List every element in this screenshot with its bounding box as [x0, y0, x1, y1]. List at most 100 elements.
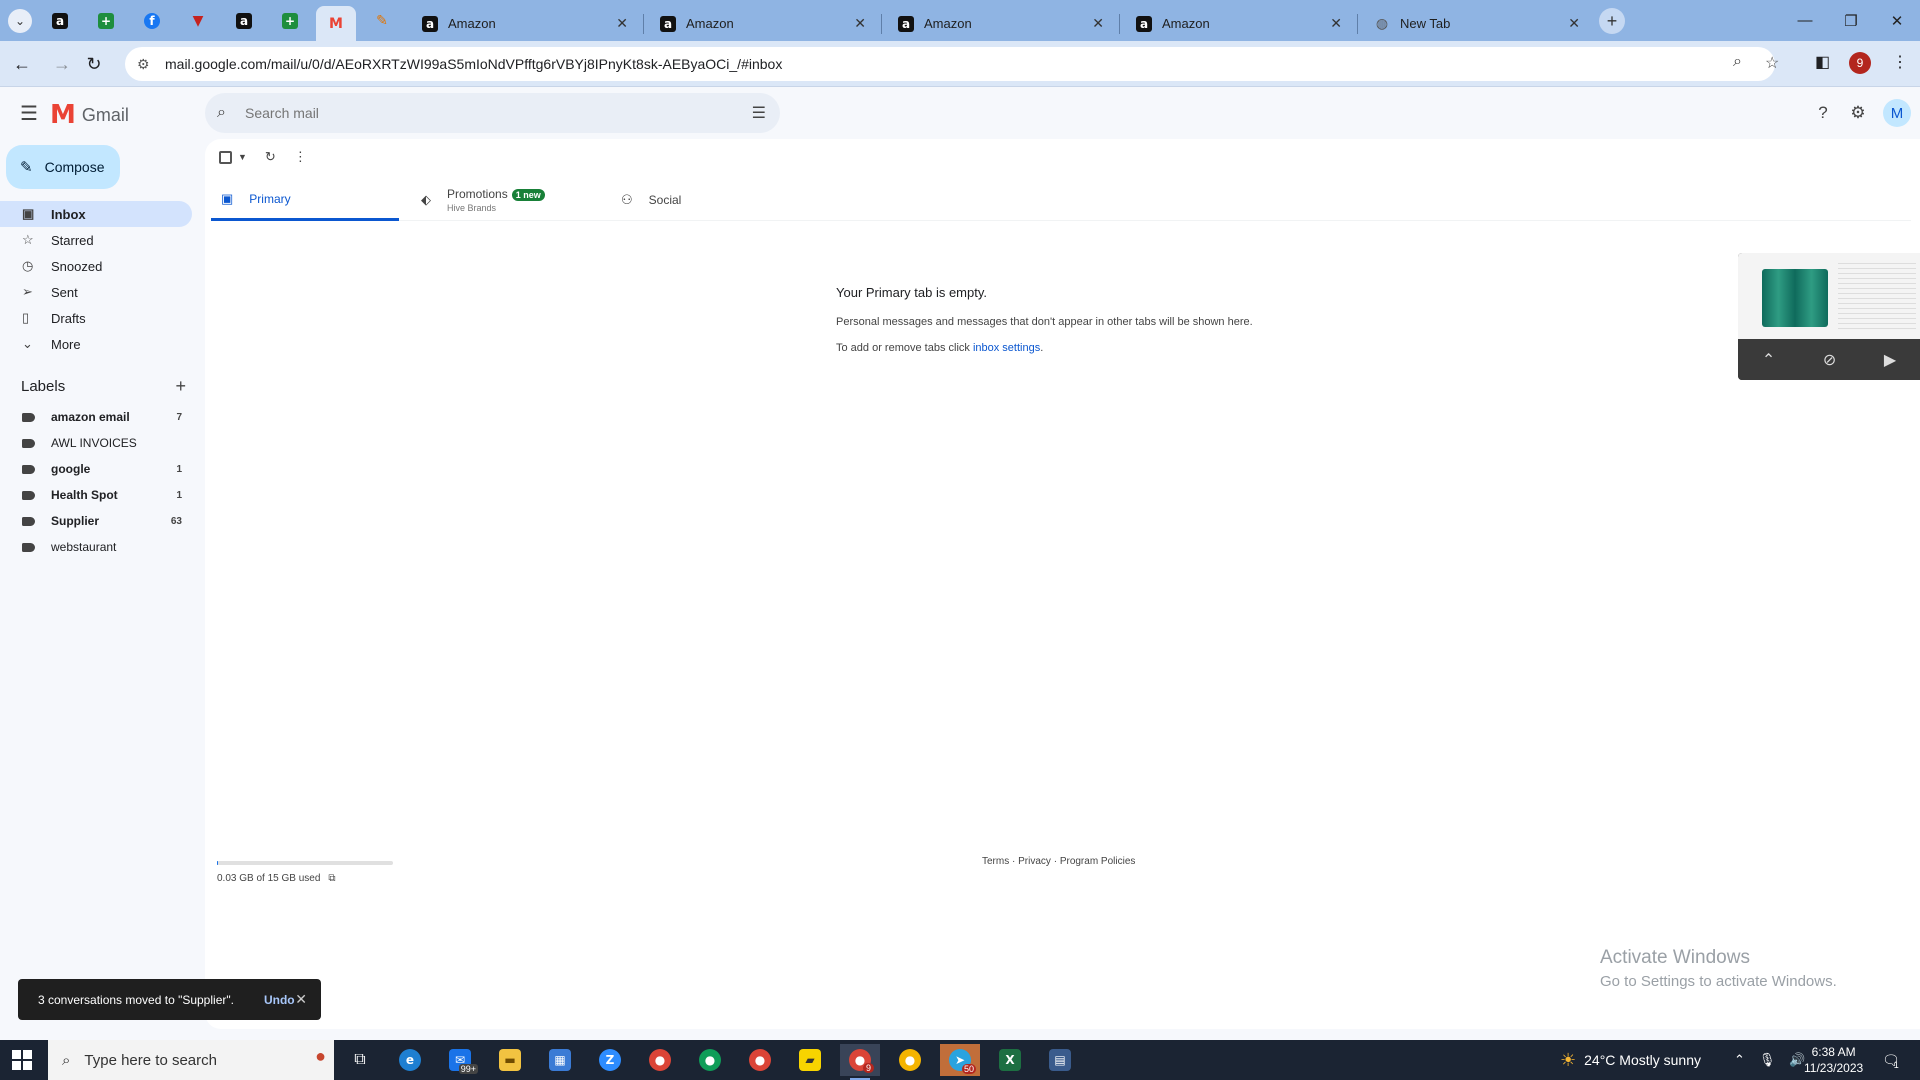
address-bar[interactable]: ⚙ mail.google.com/mail/u/0/d/AEoRXRTzWI9… [125, 47, 1779, 81]
search-options-icon[interactable]: ☰ [752, 103, 766, 123]
site-info-icon[interactable]: ⚙ [137, 56, 159, 73]
label-item[interactable]: google 1 [0, 456, 192, 482]
tab-search-button[interactable]: ⌄ [8, 9, 32, 33]
browser-tab[interactable]: ◍ New Tab ✕ [1362, 6, 1592, 41]
taskbar-sticky-notes[interactable]: ▰ [790, 1044, 830, 1076]
minimize-icon: — [1797, 12, 1813, 29]
taskbar-mail[interactable]: ✉ 99+ [440, 1044, 480, 1076]
gmail-logo[interactable]: M Gmail [50, 100, 129, 130]
label-item[interactable]: Supplier 63 [0, 508, 192, 534]
refresh-icon[interactable]: ↻ [265, 149, 276, 165]
bookmark-star-icon[interactable]: ☆ [1765, 53, 1779, 73]
taskbar-clock[interactable]: 6:38 AM 11/23/2023 [1804, 1044, 1863, 1076]
taskbar-edge[interactable]: e [390, 1044, 430, 1076]
weather-text: 24°C Mostly sunny [1584, 1052, 1702, 1068]
program-policies-link[interactable]: Program Policies [1060, 856, 1136, 867]
label-item[interactable]: amazon email 7 [0, 404, 192, 430]
label-item[interactable]: webstaurant [0, 534, 192, 560]
close-icon[interactable]: ✕ [295, 991, 307, 1008]
chevron-up-icon[interactable]: ⌃ [1762, 350, 1775, 370]
taskbar-excel[interactable]: X [990, 1044, 1030, 1076]
search-input[interactable] [245, 105, 725, 121]
gmail-icon: M [329, 15, 343, 32]
taskbar-chrome-active[interactable]: ● 9 [840, 1044, 880, 1080]
account-avatar[interactable]: M [1883, 99, 1911, 127]
forward-button[interactable]: → [49, 51, 75, 77]
sidebar-item-drafts[interactable]: ▯ Drafts [0, 305, 192, 331]
pinned-tab-facebook[interactable]: f [138, 8, 166, 34]
new-tab-button[interactable]: + [1599, 8, 1625, 34]
label-name: Supplier [51, 514, 100, 528]
browser-tab[interactable]: a Amazon ✕ [648, 6, 878, 41]
sidebar-item-starred[interactable]: ☆ Starred [0, 227, 192, 253]
camera-icon[interactable]: ▶ [1884, 350, 1896, 370]
more-menu-icon[interactable]: ⋮ [1892, 52, 1908, 72]
back-button[interactable]: ← [9, 51, 35, 77]
browser-tab[interactable]: a Amazon ✕ [886, 6, 1116, 41]
compose-button[interactable]: ✎ Compose [6, 145, 120, 189]
sidebar-item-inbox[interactable]: ▣ Inbox [0, 201, 192, 227]
taskbar-telegram[interactable]: ➤ 50 [940, 1044, 980, 1076]
label-item[interactable]: AWL INVOICES [0, 430, 192, 456]
taskbar-search-box[interactable]: ⌕ Type here to search ● [48, 1040, 334, 1080]
mic-off-icon[interactable]: ⊘ [1823, 350, 1836, 370]
main-menu-button[interactable]: ☰ [16, 100, 42, 126]
terms-link[interactable]: Terms [982, 856, 1009, 867]
task-view-button[interactable]: ⧉ [340, 1044, 380, 1076]
close-window-button[interactable]: ✕ [1874, 0, 1920, 41]
browser-tab[interactable]: a Amazon ✕ [410, 6, 640, 41]
microphone-icon[interactable]: 🎙 [1759, 1052, 1776, 1068]
picture-in-picture-window[interactable]: ⌃ ⊘ ▶ [1738, 253, 1920, 380]
sidebar-item-sent[interactable]: ➢ Sent [0, 279, 192, 305]
inbox-settings-link[interactable]: inbox settings [973, 342, 1040, 354]
browser-tab[interactable]: a Amazon ✕ [1124, 6, 1354, 41]
taskbar-zoom[interactable]: Z [590, 1044, 630, 1076]
pinned-tab-sheets-2[interactable]: + [276, 8, 304, 34]
create-label-plus-icon[interactable]: + [175, 376, 186, 397]
notification-center-button[interactable]: 🗨 1 [1882, 1040, 1900, 1080]
tab-promotions[interactable]: ⬖ Promotions 1 new Hive Brands [411, 179, 601, 221]
close-icon[interactable]: ✕ [1330, 15, 1342, 32]
browser-profile-avatar[interactable]: 9 [1849, 52, 1871, 74]
tab-divider [1119, 14, 1120, 34]
weather-widget[interactable]: ☀ 24°C Mostly sunny [1560, 1040, 1701, 1080]
privacy-link[interactable]: Privacy [1018, 856, 1051, 867]
pinned-tab-shield[interactable]: ▼ [184, 8, 212, 34]
taskbar-calculator[interactable]: ▤ [1040, 1044, 1080, 1076]
pinned-tab-amazon[interactable]: a [46, 8, 74, 34]
windows-start-button[interactable] [12, 1050, 32, 1070]
taskbar-chrome-4[interactable]: ● [890, 1044, 930, 1076]
taskbar-chrome-2[interactable]: ● [690, 1044, 730, 1076]
sidebar-item-more[interactable]: ⌄ More [0, 331, 192, 357]
label-item[interactable]: Health Spot 1 [0, 482, 192, 508]
tab-social[interactable]: ⚇ Social [611, 179, 801, 221]
tab-primary[interactable]: ▣ Primary [211, 179, 399, 221]
chevron-up-icon[interactable]: ⌃ [1734, 1052, 1745, 1068]
sidebar-item-snoozed[interactable]: ◷ Snoozed [0, 253, 192, 279]
side-panel-icon[interactable]: ◧ [1815, 52, 1830, 72]
restore-button[interactable]: ❐ [1828, 0, 1874, 41]
settings-gear-icon[interactable]: ⚙ [1845, 100, 1871, 126]
pinned-tab-pen[interactable]: ✎ [368, 8, 396, 34]
close-icon[interactable]: ✕ [616, 15, 628, 32]
amazon-icon: a [1136, 15, 1152, 32]
more-vert-icon[interactable]: ⋮ [294, 149, 307, 165]
taskbar-chrome-3[interactable]: ● [740, 1044, 780, 1076]
pinned-tab-gmail[interactable]: M [316, 6, 356, 41]
close-icon[interactable]: ✕ [854, 15, 866, 32]
help-icon[interactable]: ? [1810, 100, 1836, 126]
undo-button[interactable]: Undo [264, 993, 295, 1007]
reload-button[interactable]: ↻ [81, 51, 107, 77]
select-all-checkbox[interactable]: ▼ [219, 150, 247, 164]
close-icon[interactable]: ✕ [1092, 15, 1104, 32]
pinned-tab-sheets[interactable]: + [92, 8, 120, 34]
close-icon[interactable]: ✕ [1568, 15, 1580, 32]
taskbar-store[interactable]: ▦ [540, 1044, 580, 1076]
search-icon[interactable]: ⌕ [217, 104, 239, 122]
taskbar-chrome[interactable]: ● [640, 1044, 680, 1076]
pinned-tab-amazon-2[interactable]: a [230, 8, 258, 34]
external-link-icon[interactable]: ⧉ [328, 873, 335, 884]
zoom-icon[interactable]: ⌕ [1733, 53, 1742, 71]
taskbar-file-explorer[interactable]: ▬ [490, 1044, 530, 1076]
minimize-button[interactable]: — [1782, 0, 1828, 41]
